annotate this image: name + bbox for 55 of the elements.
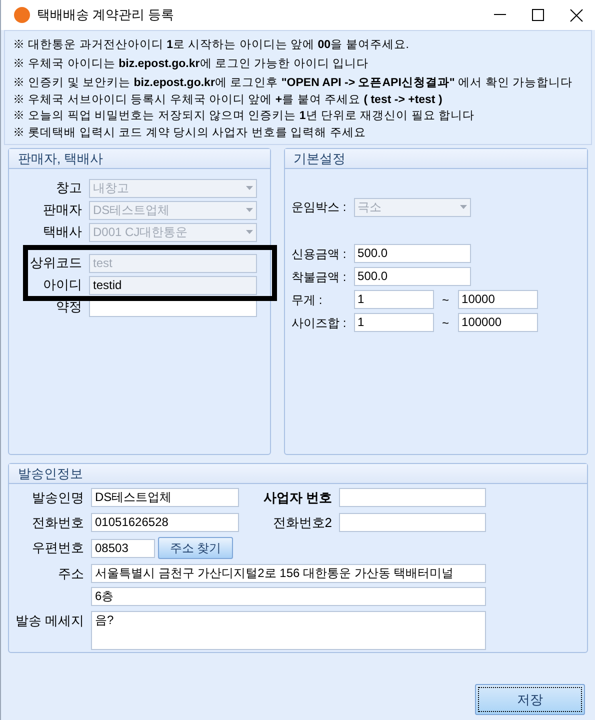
input-field[interactable]: 500.0	[354, 267, 471, 286]
input-field[interactable]: testid	[89, 276, 257, 294]
input-field[interactable]: 서울특별시 금천구 가산디지털2로 156 대한통운 가산동 택배터미널	[91, 564, 486, 584]
group-title: 판매자, 택배사	[18, 151, 104, 166]
field-label: 아이디	[42, 276, 83, 294]
dropdown-arrow-icon	[246, 230, 253, 234]
dropdown-arrow-icon	[460, 205, 467, 209]
field-label: 발송인명	[31, 489, 85, 507]
range-separator: ~	[441, 314, 450, 332]
app-logo-icon	[14, 7, 30, 23]
notice-text: ※ 롯데택배 입력시 코드 계약 당시의 사업자 번호를 입력해 주세요	[13, 126, 367, 140]
field-label: 운임박스 :	[292, 199, 348, 216]
input-field[interactable]: 6층	[91, 586, 486, 606]
field-label: 착불금액 :	[292, 268, 348, 286]
input-field[interactable]	[339, 512, 486, 532]
find-address-button[interactable]: 주소 찾기	[158, 537, 233, 559]
close-icon[interactable]	[570, 8, 583, 22]
field-label: 창고	[55, 179, 83, 198]
dropdown-arrow-icon	[246, 186, 253, 190]
range-separator: ~	[441, 292, 450, 308]
notice-text: ※ 오늘의 픽업 비밀번호는 저장되지 않으며 인증키는 1년 단위로 재갱신이 필요 합니다	[13, 109, 476, 124]
field-label: 약정	[55, 298, 83, 316]
input-field[interactable]: 08503	[91, 538, 155, 558]
field-label: 사이즈합 :	[292, 314, 348, 332]
notice-text: ※ 인증키 및 보안키는 biz.epost.go.kr에 로그인후 "OPEN API -> 오픈API신청결과" 에서 확인 가능합니다	[13, 76, 574, 91]
field-label: 신용금액 :	[292, 246, 348, 262]
window-title: 택배배송 계약관리 등록	[37, 6, 174, 24]
field-label: 전화번호	[31, 514, 85, 532]
notice-text: ※ 우체국 서브아이디 등록시 우체국 아이디 앞에 +를 붙여 주세요 ( test -> +test )	[13, 92, 444, 108]
message-field[interactable]: 음?	[91, 610, 486, 650]
input-field[interactable]: 1	[354, 290, 434, 309]
input-field[interactable]: 1	[354, 313, 434, 332]
save-button[interactable]: 저장	[475, 684, 585, 715]
input-field[interactable]: 500.0	[354, 244, 471, 263]
input-field[interactable]: 10000	[458, 290, 538, 309]
input-field[interactable]: 100000	[458, 313, 538, 332]
field-label: 주소	[57, 565, 85, 583]
field-label: 사업자 번호	[262, 489, 333, 507]
field-label: 발송 메세지	[14, 612, 85, 630]
minimize-icon[interactable]	[494, 14, 506, 16]
notice-text: ※ 우체국 아이디는 biz.epost.go.kr에 로그인 가능한 아이디 입니다	[13, 56, 370, 72]
input-field[interactable]: 01051626528	[91, 512, 239, 532]
field-label: 상위코드	[29, 254, 83, 272]
field-label: 택배사	[42, 223, 83, 242]
dropdown-arrow-icon	[246, 208, 253, 212]
notice-text: ※ 대한통운 과거전산아이디 1로 시작하는 아이디는 앞에 00을 붙여주세요.	[13, 38, 410, 53]
field-label: 우편번호	[31, 539, 85, 558]
field-label: 전화번호2	[272, 514, 333, 532]
field-label: 무게 :	[292, 292, 324, 308]
field-label: 판매자	[42, 201, 83, 220]
input-field[interactable]	[339, 488, 486, 508]
input-field[interactable]: DS테스트업체	[91, 488, 239, 508]
group-title: 발송인정보	[18, 466, 83, 481]
maximize-icon[interactable]	[532, 9, 544, 21]
group-title: 기본설정	[294, 151, 346, 166]
